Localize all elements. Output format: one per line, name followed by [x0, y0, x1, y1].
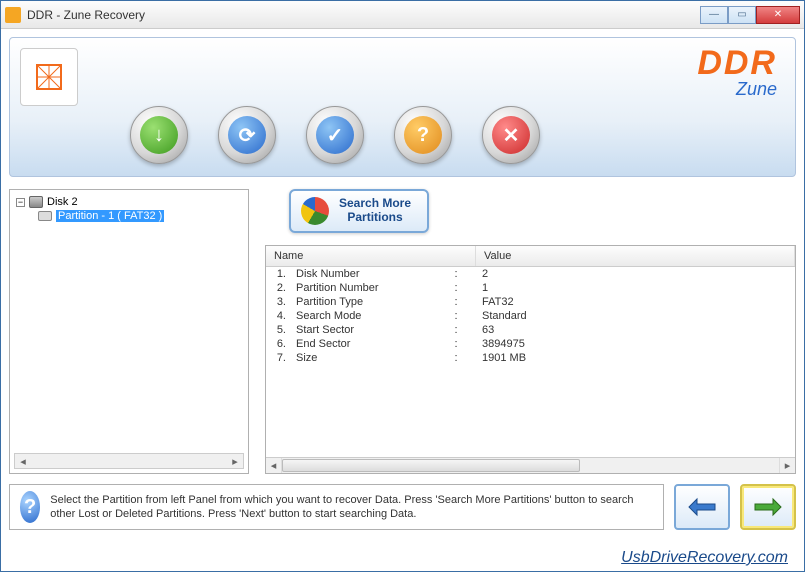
search-more-partitions-button[interactable]: Search More Partitions [289, 189, 429, 233]
row-value: 1901 MB [476, 352, 795, 364]
row-value: Standard [476, 310, 795, 322]
tree-child-label: Partition - 1 ( FAT32 ) [56, 210, 164, 222]
info-icon: ? [20, 491, 40, 523]
titlebar: DDR - Zune Recovery — ▭ ✕ [1, 1, 804, 29]
row-value: FAT32 [476, 296, 795, 308]
tool-check-button[interactable]: ✓ [306, 106, 364, 164]
scroll-left-icon[interactable]: ◂ [15, 454, 31, 468]
logo-box[interactable] [20, 48, 78, 106]
maximize-button[interactable]: ▭ [728, 6, 756, 24]
cancel-icon: ✕ [492, 116, 530, 154]
scrollbar-thumb[interactable] [282, 459, 580, 472]
tree-root-label: Disk 2 [47, 196, 78, 208]
scroll-left-icon[interactable]: ◂ [266, 458, 282, 473]
tool-help-button[interactable]: ? [394, 106, 452, 164]
logo-icon [31, 59, 67, 95]
arrow-left-icon [687, 497, 717, 517]
tool-cancel-button[interactable]: ✕ [482, 106, 540, 164]
row-index: 6. [266, 338, 290, 350]
row-name: Partition Type [290, 296, 436, 308]
column-header-name[interactable]: Name [266, 246, 476, 266]
table-scrollbar[interactable]: ◂ ▸ [266, 457, 795, 473]
tree-scrollbar[interactable]: ◂▸ [14, 453, 244, 469]
close-button[interactable]: ✕ [756, 6, 800, 24]
disk-icon [29, 196, 43, 208]
back-button[interactable] [674, 484, 730, 530]
toolbar: ↓ ⟳ ✓ ? ✕ [130, 106, 540, 164]
tree-root-item[interactable]: − Disk 2 [16, 196, 242, 208]
row-index: 5. [266, 324, 290, 336]
pie-chart-icon [301, 197, 329, 225]
column-header-value[interactable]: Value [476, 246, 795, 266]
row-value: 3894975 [476, 338, 795, 350]
row-name: Disk Number [290, 268, 436, 280]
brand: DDR Zune [697, 44, 777, 100]
row-index: 4. [266, 310, 290, 322]
row-name: Size [290, 352, 436, 364]
row-name: Start Sector [290, 324, 436, 336]
table-row[interactable]: 4.Search Mode:Standard [266, 309, 795, 323]
tree-collapse-icon[interactable]: − [16, 198, 25, 207]
row-index: 1. [266, 268, 290, 280]
window-controls: — ▭ ✕ [700, 6, 800, 24]
table-row[interactable]: 3.Partition Type:FAT32 [266, 295, 795, 309]
row-value: 1 [476, 282, 795, 294]
app-icon [5, 7, 21, 23]
table-row[interactable]: 1.Disk Number:2 [266, 267, 795, 281]
header-panel: DDR Zune ↓ ⟳ ✓ ? ✕ [9, 37, 796, 177]
table-row[interactable]: 6.End Sector:3894975 [266, 337, 795, 351]
row-value: 63 [476, 324, 795, 336]
download-icon: ↓ [140, 116, 178, 154]
restore-icon: ⟳ [228, 116, 266, 154]
hint-text: Select the Partition from left Panel fro… [50, 493, 653, 522]
tool-save-button[interactable]: ↓ [130, 106, 188, 164]
scroll-right-icon[interactable]: ▸ [227, 454, 243, 468]
row-name: End Sector [290, 338, 436, 350]
partition-details-table: Name Value 1.Disk Number:22.Partition Nu… [265, 245, 796, 474]
row-value: 2 [476, 268, 795, 280]
minimize-button[interactable]: — [700, 6, 728, 24]
tree-child-item[interactable]: Partition - 1 ( FAT32 ) [38, 210, 242, 222]
app-window: DDR - Zune Recovery — ▭ ✕ DDR Zune ↓ ⟳ ✓… [0, 0, 805, 572]
table-row[interactable]: 2.Partition Number:1 [266, 281, 795, 295]
table-row[interactable]: 5.Start Sector:63 [266, 323, 795, 337]
partition-tree[interactable]: − Disk 2 Partition - 1 ( FAT32 ) ◂▸ [9, 189, 249, 474]
row-name: Partition Number [290, 282, 436, 294]
scroll-right-icon[interactable]: ▸ [779, 458, 795, 473]
check-icon: ✓ [316, 116, 354, 154]
drive-icon [38, 211, 52, 221]
footer-link[interactable]: UsbDriveRecovery.com [621, 549, 788, 567]
hint-panel: ? Select the Partition from left Panel f… [9, 484, 664, 530]
row-index: 2. [266, 282, 290, 294]
tool-restore-button[interactable]: ⟳ [218, 106, 276, 164]
row-index: 3. [266, 296, 290, 308]
brand-ddr: DDR [697, 44, 777, 83]
search-button-label: Search More Partitions [339, 197, 411, 225]
help-icon: ? [404, 116, 442, 154]
next-button[interactable] [740, 484, 796, 530]
row-index: 7. [266, 352, 290, 364]
window-title: DDR - Zune Recovery [27, 8, 700, 22]
arrow-right-icon [753, 497, 783, 517]
table-row[interactable]: 7.Size:1901 MB [266, 351, 795, 365]
row-name: Search Mode [290, 310, 436, 322]
